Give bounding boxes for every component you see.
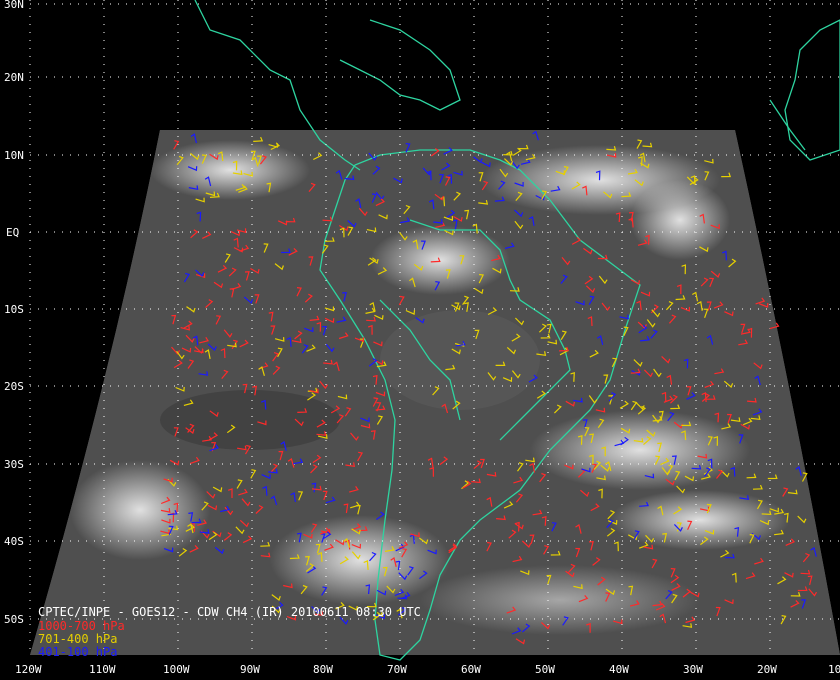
lon-label: 120W [15,663,42,676]
legend-low-level: 1000-700 hPa [38,619,125,633]
lon-label: 60W [461,663,481,676]
lon-label: 40W [609,663,629,676]
lon-label: 70W [387,663,407,676]
lat-label: 30S [4,458,24,471]
legend-mid-level: 701-400 hPa [38,632,117,646]
cloud-field [30,130,840,655]
lat-label: 50S [4,613,24,626]
lat-label: 10S [4,303,24,316]
image-title: CPTEC/INPE - GOES12 - CDW CH4 (IR) 20100… [38,605,421,619]
lat-label: 30N [4,0,24,11]
lon-label: 30W [683,663,703,676]
latitude-labels: 30N 20N 10N EQ 10S 20S 30S 40S 50S [4,0,24,626]
lat-label: 10N [4,149,24,162]
lon-label: 90W [240,663,260,676]
lon-label: 50W [535,663,555,676]
lon-label: 20W [757,663,777,676]
lon-label: 100W [163,663,190,676]
lat-label: 20N [4,71,24,84]
lat-label: EQ [6,226,19,239]
legend-high-level: 401-100 hPa [38,645,117,659]
lat-label: 20S [4,380,24,393]
lat-label: 40S [4,535,24,548]
lon-label: 80W [313,663,333,676]
satellite-wind-map: 30N 20N 10N EQ 10S 20S 30S 40S 50S 120W … [4,0,840,676]
lon-label: 10 [828,663,840,676]
legend: 1000-700 hPa 701-400 hPa 401-100 hPa [38,619,125,659]
longitude-labels: 120W 110W 100W 90W 80W 70W 60W 50W 40W 3… [15,663,840,676]
lon-label: 110W [89,663,116,676]
